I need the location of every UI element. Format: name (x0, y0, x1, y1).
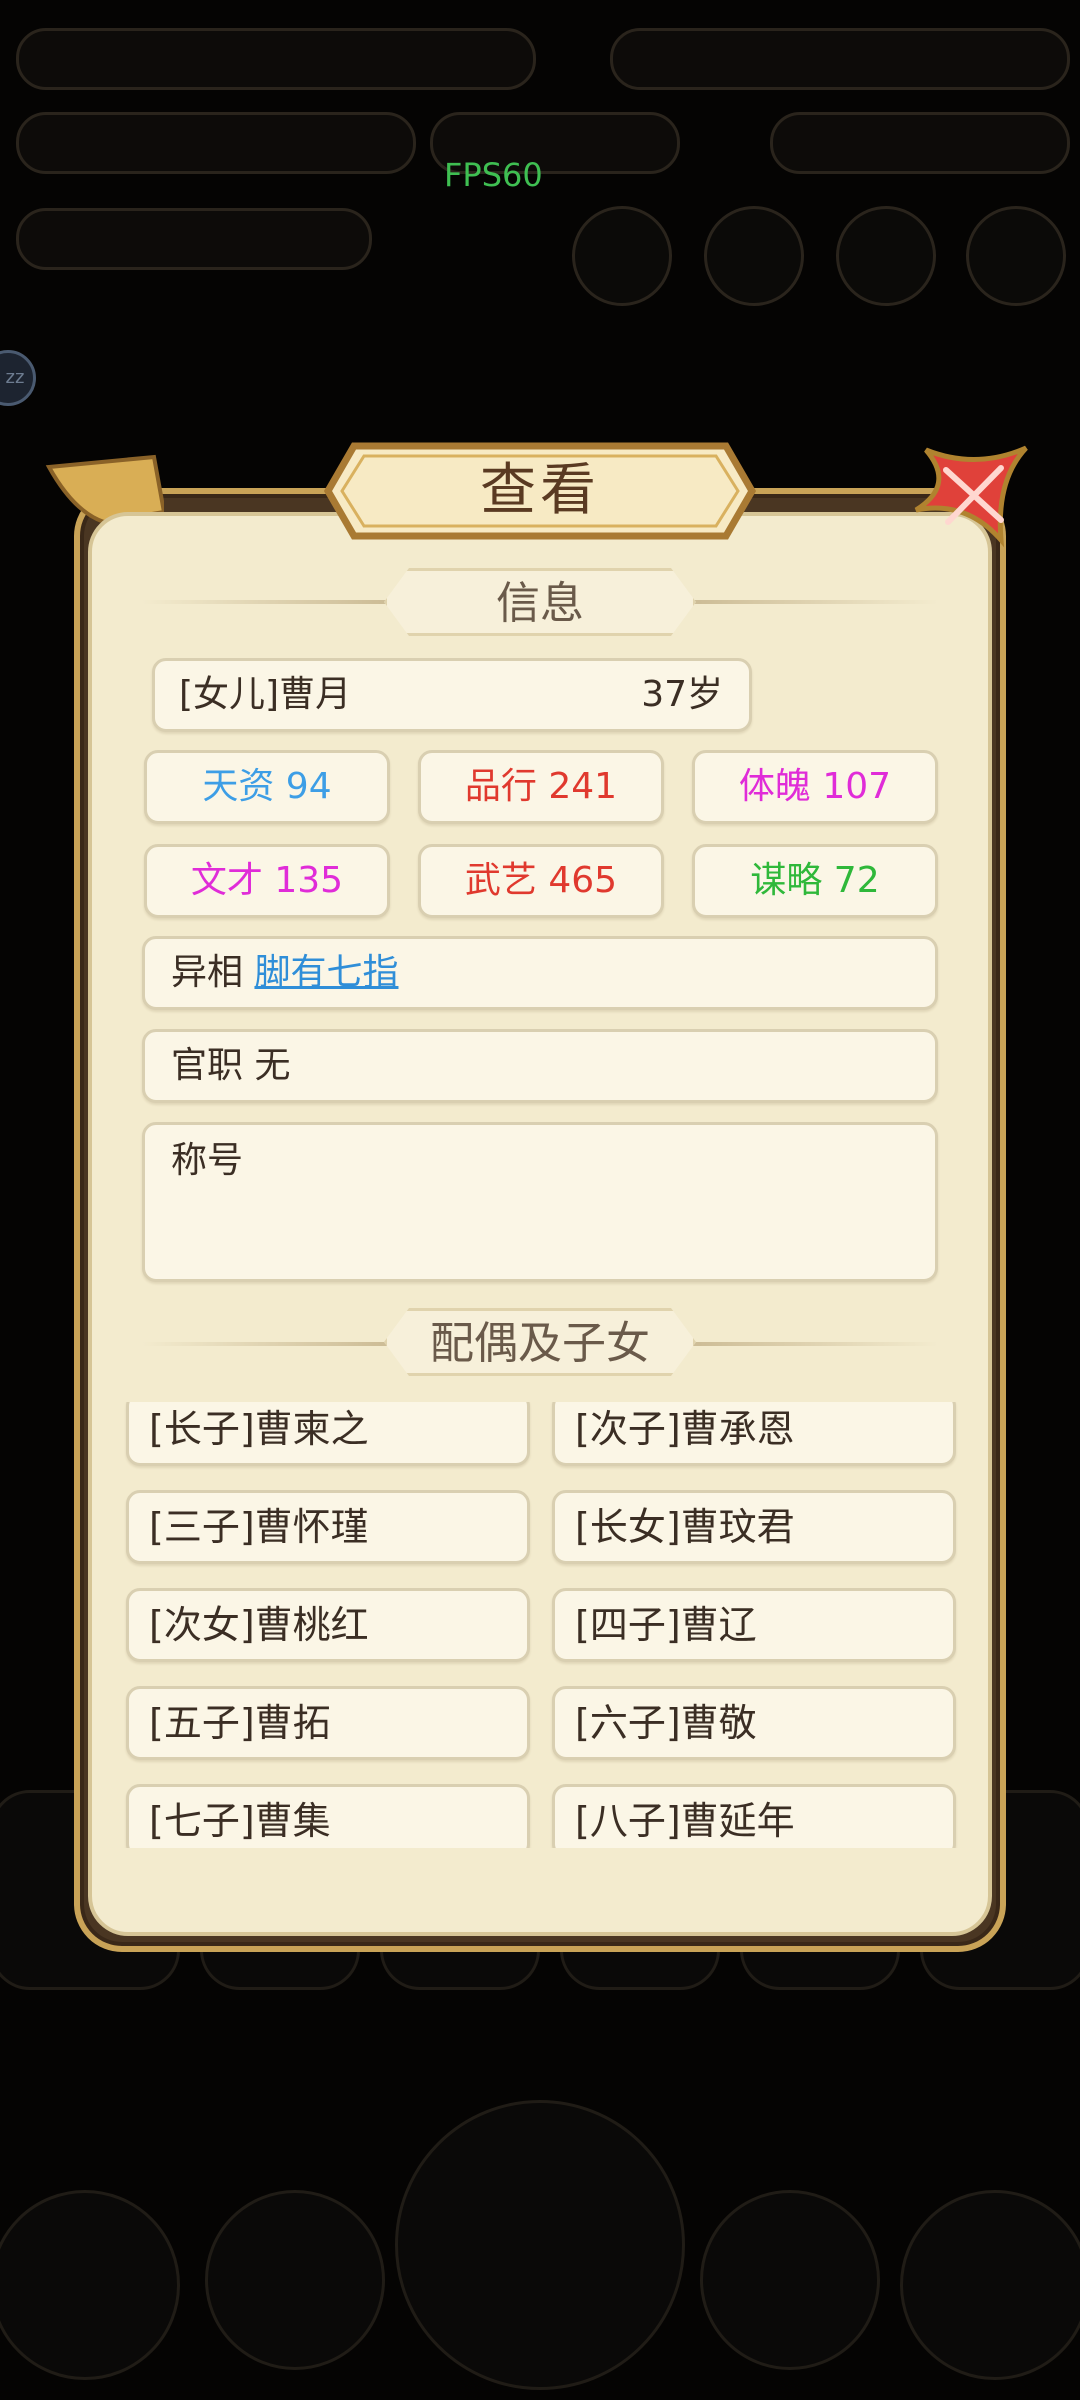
bg-menu-icon-1 (572, 206, 672, 306)
stat-martial: 武艺 465 (418, 844, 664, 918)
close-icon (914, 445, 1028, 548)
child-item[interactable]: [次子]曹承恩 (552, 1402, 956, 1466)
stat-strategy: 谋略 72 (692, 844, 938, 918)
trait-field: 异相 脚有七指 (142, 936, 938, 1010)
bg-bottom-button (0, 2190, 180, 2380)
bg-menu-icon-3 (836, 206, 936, 306)
family-section-header: 配偶及子女 (384, 1308, 696, 1376)
trait-label: 异相 (171, 952, 244, 993)
titles-field: 称号 (142, 1122, 938, 1282)
stat-literary: 文才 135 (144, 844, 390, 918)
child-item[interactable]: [六子]曹敬 (552, 1686, 956, 1760)
stat-physique: 体魄 107 (692, 750, 938, 824)
stat-talent: 天资 94 (144, 750, 390, 824)
stat-morality: 品行 241 (418, 750, 664, 824)
child-item[interactable]: [次女]曹桃红 (126, 1588, 530, 1662)
bg-currency-bar (610, 28, 1070, 90)
person-age: 37岁 (641, 674, 723, 715)
child-item[interactable]: [长女]曹玟君 (552, 1490, 956, 1564)
bg-age-bar (16, 208, 372, 270)
child-item[interactable]: [四子]曹辽 (552, 1588, 956, 1662)
bg-menu-icon-2 (704, 206, 804, 306)
child-item[interactable]: [三子]曹怀瑾 (126, 1490, 530, 1564)
child-item[interactable]: [八子]曹延年 (552, 1784, 956, 1848)
child-item[interactable]: [七子]曹集 (126, 1784, 530, 1848)
person-name-card: [女儿]曹月 37岁 (152, 658, 752, 732)
sleep-icon: zz (0, 350, 36, 406)
child-item[interactable]: [五子]曹拓 (126, 1686, 530, 1760)
bg-bottom-button (395, 2100, 685, 2390)
bg-bottom-button (205, 2190, 385, 2370)
info-section-header: 信息 (384, 568, 696, 636)
office-field: 官职 无 (142, 1029, 938, 1103)
bg-menu-icon-4 (966, 206, 1066, 306)
person-name: [女儿]曹月 (179, 674, 352, 715)
bg-gold-bar (770, 112, 1070, 174)
popup-title: 查看 (480, 458, 600, 523)
fps-counter: FPS60 (444, 156, 543, 194)
child-item[interactable]: [长子]曹柬之 (126, 1402, 530, 1466)
bg-bottom-button (900, 2190, 1080, 2380)
bg-population-bar (16, 112, 416, 174)
trait-link[interactable]: 脚有七指 (254, 952, 398, 993)
children-list[interactable]: [长子]曹柬之 [次子]曹承恩 [三子]曹怀瑾 [长女]曹玟君 [次女]曹桃红 … (100, 1402, 980, 1848)
bg-bottom-button (700, 2190, 880, 2370)
bg-resource-bar (16, 28, 536, 90)
close-button[interactable] (906, 440, 1036, 550)
